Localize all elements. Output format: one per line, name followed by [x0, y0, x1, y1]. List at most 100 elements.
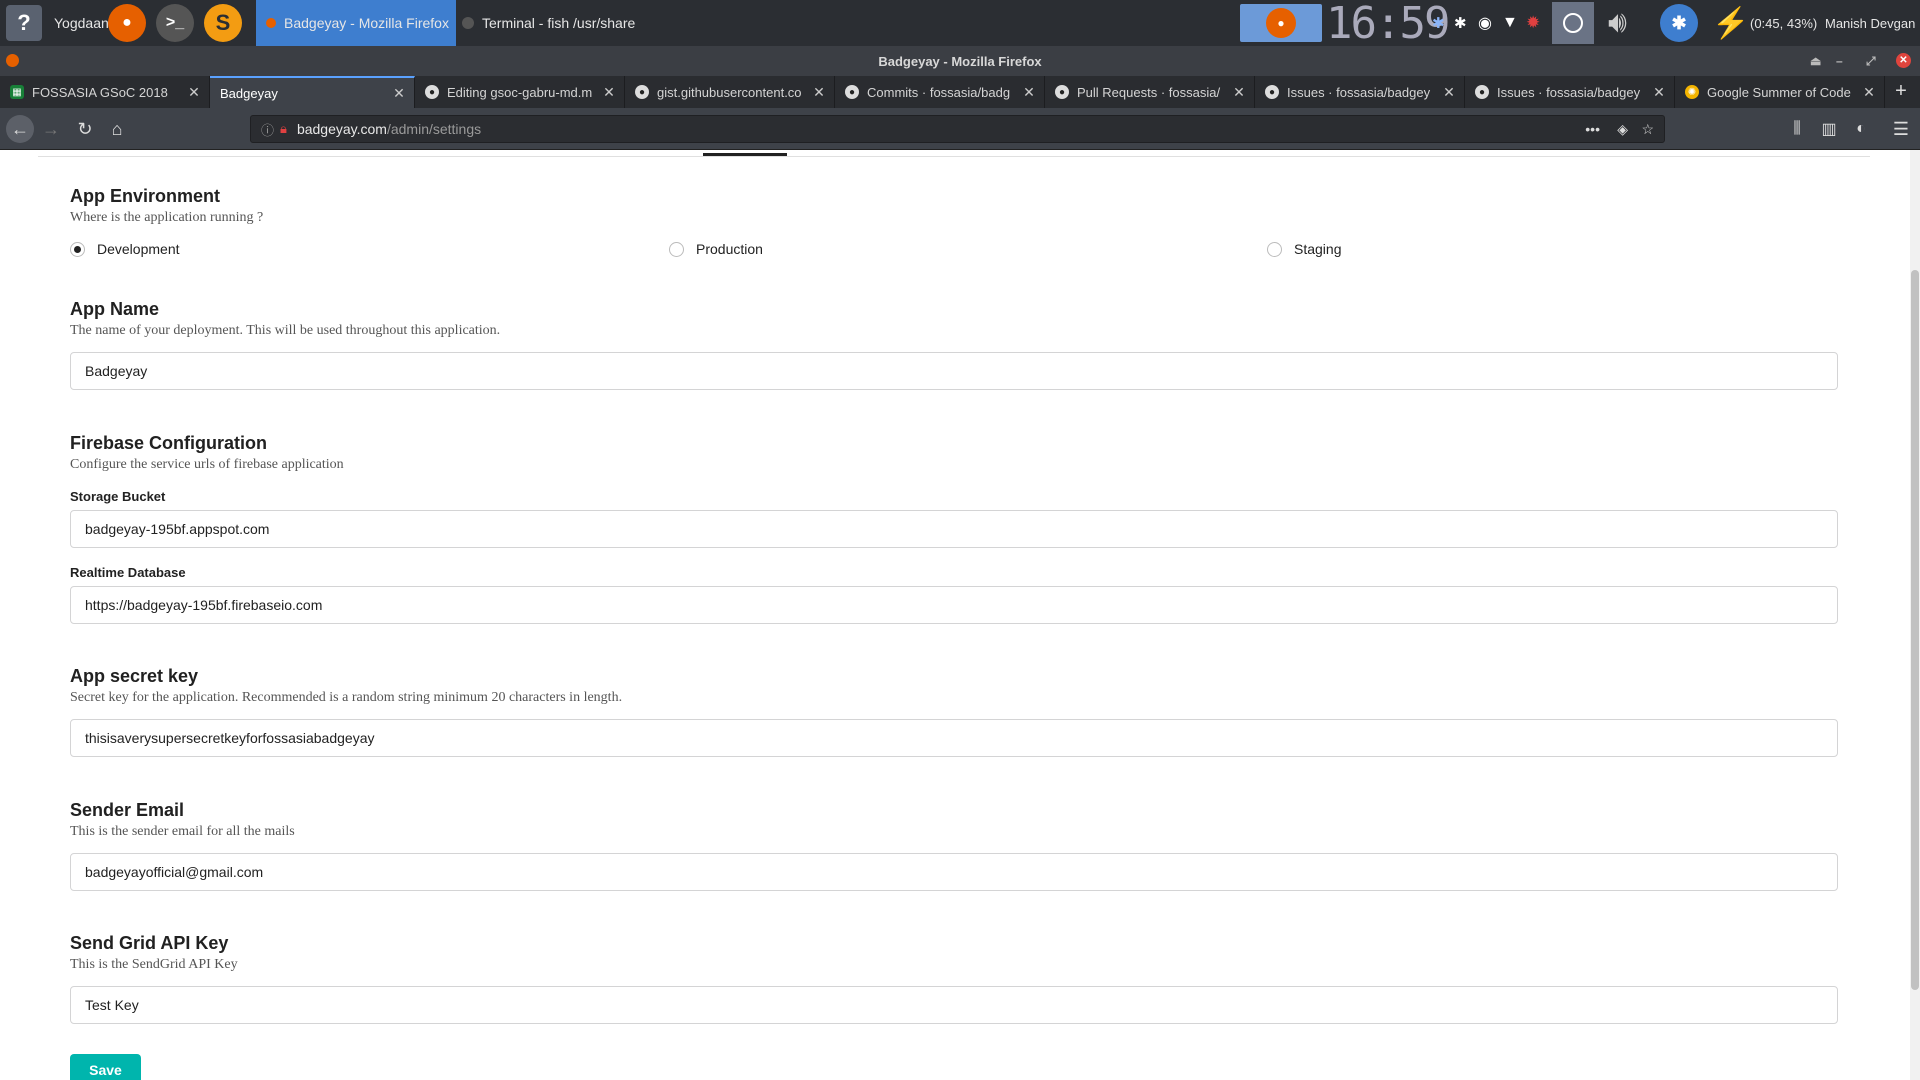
- firebase-title: Firebase Configuration: [70, 433, 268, 453]
- os-top-panel: ? Yogdaan ● >_ S Badgeyay - Mozilla Fire…: [0, 0, 1920, 49]
- close-tab-icon[interactable]: ✕: [600, 84, 618, 101]
- home-button[interactable]: ⌂: [104, 116, 130, 142]
- username[interactable]: Manish Devgan: [1825, 3, 1915, 43]
- radio-dot[interactable]: [70, 241, 85, 257]
- tab-gsoc[interactable]: ✺ Google Summer of Code ✕: [1675, 76, 1885, 108]
- page-actions-icon[interactable]: •••: [1585, 121, 1600, 137]
- sendgrid-input[interactable]: [70, 986, 1838, 1024]
- battery-status: (0:45, 43%): [1750, 15, 1818, 31]
- close-tab-icon[interactable]: ✕: [185, 84, 203, 101]
- env-desc: Where is the application running ?: [70, 210, 264, 225]
- battery-icon[interactable]: ⚡: [1712, 3, 1749, 43]
- divider: [38, 156, 1870, 157]
- tab-label: Badgeyay: [220, 85, 278, 101]
- eject-icon[interactable]: ⏏: [1810, 54, 1821, 68]
- tab-issues-2[interactable]: ● Issues · fossasia/badgey ✕: [1465, 76, 1675, 108]
- firebase-desc: Configure the service urls of firebase a…: [70, 457, 344, 472]
- close-tab-icon[interactable]: ✕: [810, 84, 828, 101]
- search-tray-button[interactable]: [1552, 2, 1594, 44]
- tab-label: gist.githubusercontent.co: [657, 84, 802, 100]
- close-tab-icon[interactable]: ✕: [1650, 84, 1668, 101]
- tab-label: Pull Requests · fossasia/: [1077, 84, 1221, 100]
- task-terminal[interactable]: Terminal - fish /usr/share: [458, 0, 658, 46]
- close-tab-icon[interactable]: ✕: [1440, 84, 1458, 101]
- radio-dot[interactable]: [1267, 241, 1282, 257]
- sendgrid-title: Send Grid API Key: [70, 933, 229, 953]
- realtime-db-input[interactable]: [70, 586, 1838, 624]
- bluetooth-icon[interactable]: ✱: [1454, 3, 1467, 43]
- tab-badgeyay[interactable]: Badgeyay ✕: [210, 76, 415, 108]
- terminal-launcher[interactable]: >_: [156, 3, 194, 43]
- firefox-launcher[interactable]: ●: [108, 3, 146, 43]
- env-radio-production[interactable]: Production: [669, 241, 763, 257]
- github-icon: ●: [635, 85, 649, 99]
- scrollbar-track[interactable]: [1910, 150, 1920, 1080]
- env-radio-staging[interactable]: Staging: [1267, 241, 1341, 257]
- user-label[interactable]: Yogdaan: [54, 3, 109, 43]
- firefox-icon: ●: [108, 4, 146, 42]
- url-bar[interactable]: ⓘ 🔒︎ badgeyay.com /admin/settings ••• ◈ …: [250, 115, 1665, 143]
- app-menu-icon: ?: [6, 5, 42, 41]
- task-firefox[interactable]: Badgeyay - Mozilla Firefox: [256, 0, 456, 46]
- tab-label: Issues · fossasia/badgey: [1287, 84, 1431, 100]
- insecure-lock-icon: 🔒︎: [280, 121, 287, 136]
- active-menu-indicator: [703, 153, 787, 156]
- info-icon[interactable]: ⓘ: [261, 120, 274, 139]
- new-tab-button[interactable]: +: [1888, 80, 1914, 104]
- close-window-button[interactable]: ✕: [1896, 53, 1911, 68]
- bookmark-star-icon[interactable]: ☆: [1641, 121, 1654, 138]
- close-tab-icon[interactable]: ✕: [1230, 84, 1248, 101]
- library-icon[interactable]: ⫼: [1784, 116, 1810, 142]
- radio-label: Development: [97, 241, 180, 257]
- account-icon[interactable]: ◐: [1848, 116, 1874, 142]
- window-title: Badgeyay - Mozilla Firefox: [878, 54, 1042, 69]
- tab-label: Commits · fossasia/badg: [867, 84, 1011, 100]
- app-name-title: App Name: [70, 299, 160, 319]
- sender-email-desc: This is the sender email for all the mai…: [70, 824, 295, 839]
- tab-pull-requests[interactable]: ● Pull Requests · fossasia/ ✕: [1045, 76, 1255, 108]
- bluetooth-tray-button[interactable]: ✱: [1660, 3, 1698, 43]
- pocket-icon[interactable]: ◈: [1617, 121, 1628, 138]
- window-titlebar[interactable]: Badgeyay - Mozilla Firefox ⏏ – ⤢ ✕: [0, 46, 1920, 76]
- forward-button[interactable]: →: [38, 116, 64, 142]
- close-tab-icon[interactable]: ✕: [1860, 84, 1878, 101]
- env-radio-development[interactable]: Development: [70, 241, 180, 257]
- tab-issues-1[interactable]: ● Issues · fossasia/badgey ✕: [1255, 76, 1465, 108]
- update-icon[interactable]: ✹: [1526, 3, 1540, 43]
- clock[interactable]: 16:59: [1326, 0, 1450, 49]
- minimize-button[interactable]: –: [1836, 54, 1843, 68]
- save-button[interactable]: Save: [70, 1054, 141, 1080]
- reload-button[interactable]: ↻: [72, 116, 98, 142]
- navigation-toolbar: ← → ↻ ⌂ ⓘ 🔒︎ badgeyay.com /admin/setting…: [0, 108, 1920, 150]
- scrollbar-thumb[interactable]: [1911, 270, 1919, 990]
- github-icon: ●: [1475, 85, 1489, 99]
- firefox-tray-button[interactable]: ●: [1240, 4, 1322, 42]
- sidebar-icon[interactable]: ▥: [1816, 116, 1842, 142]
- sendgrid-desc: This is the SendGrid API Key: [70, 957, 238, 972]
- radio-dot[interactable]: [669, 241, 684, 257]
- wifi-icon[interactable]: ▼: [1502, 3, 1518, 43]
- storage-bucket-input[interactable]: [70, 510, 1838, 548]
- tab-fossasia-gsoc[interactable]: ▦ FOSSASIA GSoC 2018 ✕: [0, 76, 210, 108]
- task-label: Terminal - fish /usr/share: [482, 15, 636, 31]
- close-tab-icon[interactable]: ✕: [1020, 84, 1038, 101]
- close-tab-icon[interactable]: ✕: [390, 85, 408, 102]
- back-button[interactable]: ←: [6, 115, 34, 143]
- sender-email-input[interactable]: [70, 853, 1838, 891]
- tab-strip: ▦ FOSSASIA GSoC 2018 ✕ Badgeyay ✕ ● Edit…: [0, 76, 1920, 108]
- network-icon[interactable]: ◉: [1478, 3, 1492, 43]
- app-name-desc: The name of your deployment. This will b…: [70, 323, 501, 338]
- bluetooth-icon: ✱: [1660, 4, 1698, 42]
- sublime-launcher[interactable]: S: [204, 3, 242, 43]
- app-name-input[interactable]: [70, 352, 1838, 390]
- volume-icon[interactable]: 🔊︎: [1608, 3, 1627, 43]
- tab-commits[interactable]: ● Commits · fossasia/badg ✕: [835, 76, 1045, 108]
- maximize-button[interactable]: ⤢: [1866, 54, 1876, 69]
- hamburger-menu-icon[interactable]: ☰: [1888, 116, 1914, 142]
- tab-editing-gsoc[interactable]: ● Editing gsoc-gabru-md.m ✕: [415, 76, 625, 108]
- bluetooth-icon[interactable]: ✱: [1432, 3, 1445, 43]
- secret-key-input[interactable]: [70, 719, 1838, 757]
- tab-label: Editing gsoc-gabru-md.m: [447, 84, 593, 100]
- tab-gist[interactable]: ● gist.githubusercontent.co ✕: [625, 76, 835, 108]
- app-menu-button[interactable]: ?: [6, 3, 42, 43]
